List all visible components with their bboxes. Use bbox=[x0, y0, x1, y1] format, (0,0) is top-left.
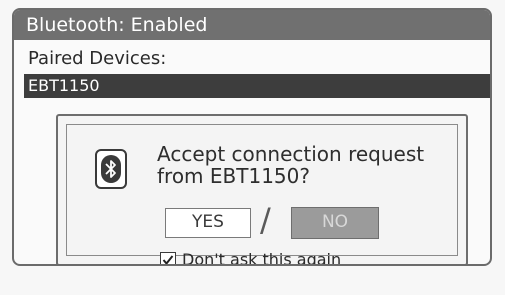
bluetooth-glyph-icon bbox=[105, 160, 116, 178]
paired-devices-label: Paired Devices: bbox=[28, 48, 167, 69]
bluetooth-window: Bluetooth: Enabled Paired Devices: EBT11… bbox=[12, 8, 492, 266]
dialog-frame: Accept connection request from EBT1150? … bbox=[66, 124, 458, 264]
yes-button[interactable]: YES bbox=[165, 208, 251, 238]
connection-request-dialog: Accept connection request from EBT1150? … bbox=[56, 114, 468, 264]
dont-ask-option[interactable]: Don't ask this again bbox=[160, 250, 342, 266]
device-list-item[interactable]: EBT1150 bbox=[24, 74, 490, 98]
dont-ask-label: Don't ask this again bbox=[182, 250, 342, 266]
window-title: Bluetooth: Enabled bbox=[14, 10, 490, 40]
dont-ask-checkbox[interactable] bbox=[160, 251, 176, 264]
bluetooth-symbol bbox=[101, 155, 121, 183]
dialog-question: Accept connection request from EBT1150? bbox=[157, 142, 425, 188]
checkmark-icon bbox=[162, 254, 174, 264]
no-button[interactable]: NO bbox=[291, 207, 379, 239]
bluetooth-icon bbox=[95, 149, 127, 189]
button-separator: / bbox=[260, 201, 271, 239]
